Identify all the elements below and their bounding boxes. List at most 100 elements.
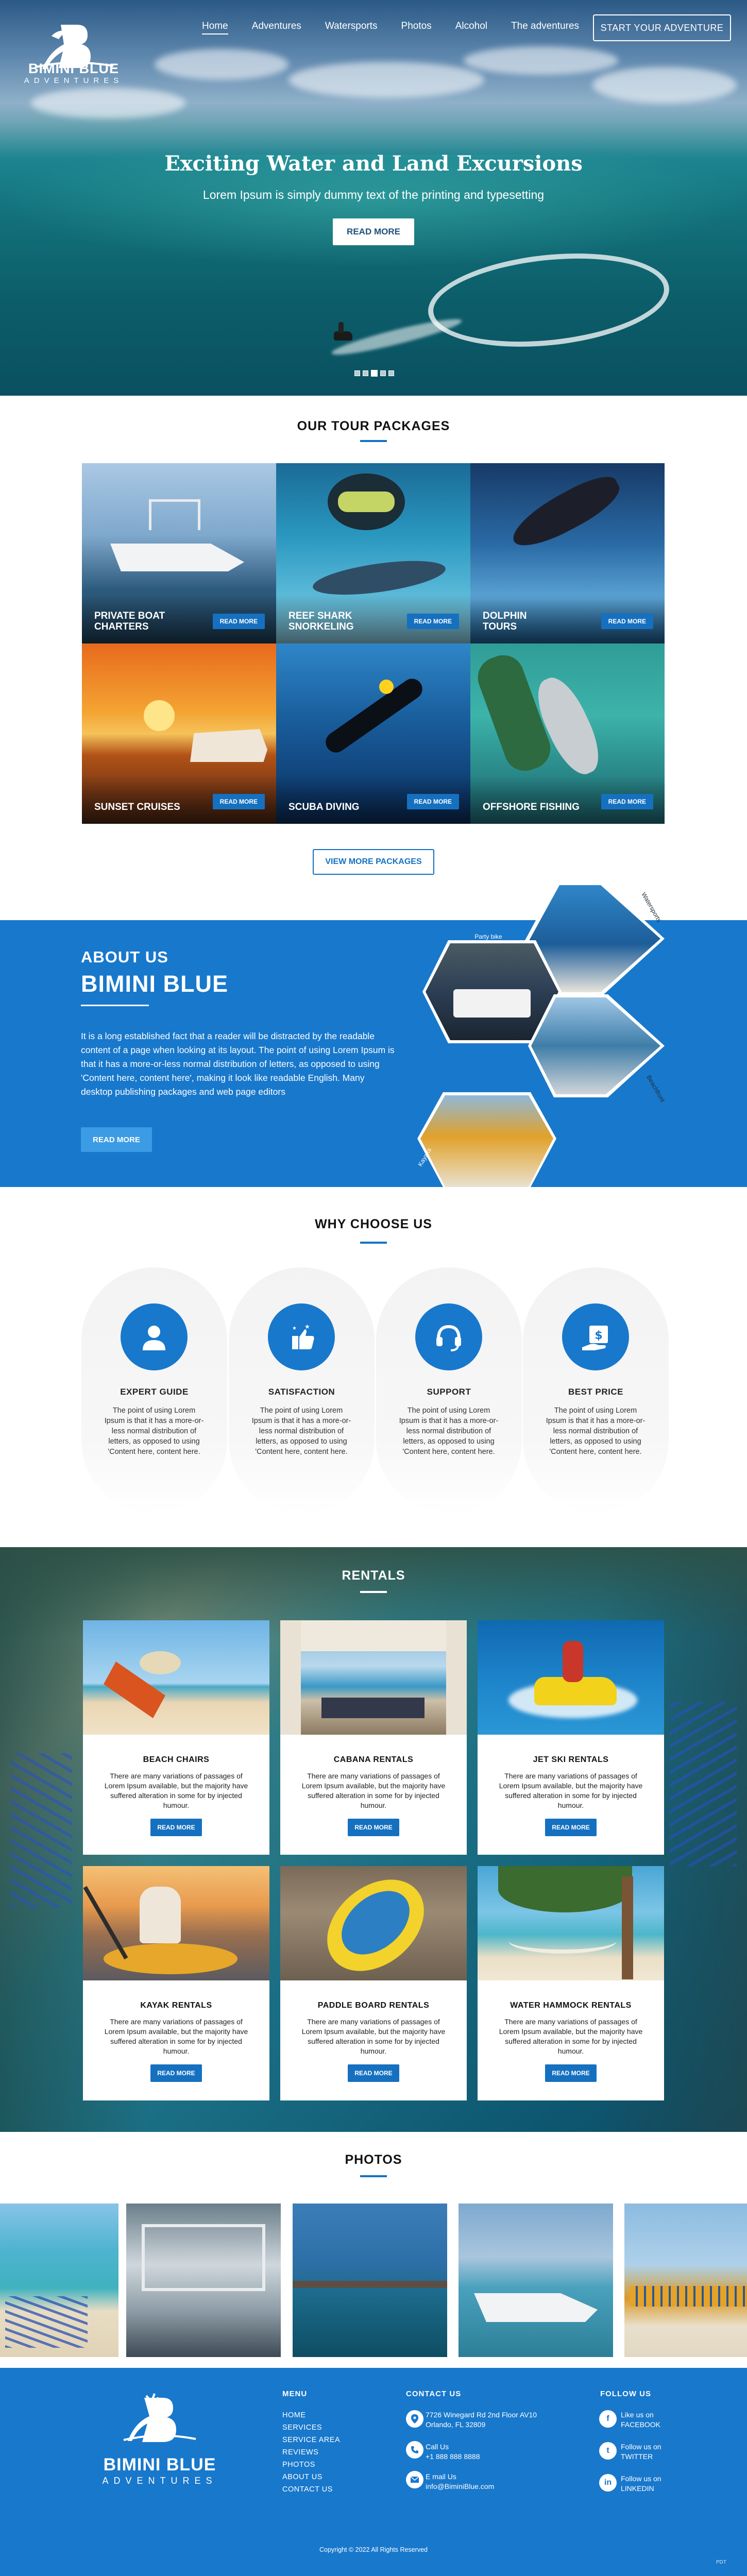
- why-card-title: EXPERT GUIDE: [120, 1387, 189, 1397]
- svg-text:★: ★: [304, 1323, 310, 1330]
- footer-link-contact-us[interactable]: CONTACT US: [282, 2485, 333, 2494]
- cloud: [592, 67, 737, 103]
- tour-label-line: SCUBA DIVING: [288, 802, 360, 812]
- tour-card-sunset-cruises[interactable]: SUNSET CRUISES READ MORE: [82, 643, 276, 824]
- footer-logo-icon[interactable]: [118, 2391, 201, 2452]
- gallery-photo-boat[interactable]: [459, 2204, 613, 2357]
- tour-read-more-button[interactable]: READ MORE: [212, 614, 265, 629]
- about-heading-big: BIMINI BLUE: [81, 971, 228, 997]
- email-address[interactable]: info@BiminiBlue.com: [426, 2482, 494, 2492]
- palm-leaves: [498, 1866, 632, 1912]
- nav-home[interactable]: Home: [202, 21, 228, 35]
- view-more-packages-button[interactable]: VIEW MORE PACKAGES: [313, 849, 434, 875]
- footer-link-service-area[interactable]: SERVICE AREA: [282, 2436, 340, 2444]
- start-adventure-button[interactable]: START YOUR ADVENTURE: [593, 14, 731, 41]
- why-title: WHY CHOOSE US: [315, 1217, 432, 1231]
- slider-dot[interactable]: [388, 370, 394, 376]
- slider-dots: [354, 370, 394, 377]
- nav-adventures[interactable]: Adventures: [252, 21, 301, 35]
- rider-icon: [338, 322, 344, 333]
- gallery-photo-kayaks[interactable]: [624, 2204, 747, 2357]
- tours-title-underline: [360, 440, 387, 442]
- footer-follow-title: FOLLOW US: [600, 2389, 651, 2398]
- sun-icon: [144, 700, 175, 731]
- footer-facebook[interactable]: Like us on FACEBOOK: [621, 2410, 660, 2430]
- why-card-text: The point of using Lorem Ipsum is that i…: [399, 1406, 499, 1456]
- rentals-title: RENTALS: [342, 1568, 405, 1583]
- tour-label: SCUBA DIVING: [288, 802, 392, 812]
- rental-title: CABANA RENTALS: [333, 1755, 414, 1764]
- tour-label-line: SNORKELING: [288, 621, 354, 632]
- rental-text: There are many variations of passages of…: [104, 1772, 248, 1809]
- tour-read-more-button[interactable]: READ MORE: [406, 614, 459, 629]
- about-read-more-button[interactable]: READ MORE: [81, 1127, 152, 1152]
- tours-title: OUR TOUR PACKAGES: [297, 419, 450, 433]
- tour-label-line: TOURS: [483, 621, 517, 632]
- tour-card-reef-shark[interactable]: REEF SHARK SNORKELING READ MORE: [276, 463, 470, 643]
- slider-dot[interactable]: [363, 370, 368, 376]
- hero-read-more-button[interactable]: READ MORE: [333, 218, 414, 245]
- beach-umbrellas-right: [670, 1702, 737, 1867]
- nav-alcohol[interactable]: Alcohol: [455, 21, 487, 35]
- footer-link-about-us[interactable]: ABOUT US: [282, 2473, 322, 2481]
- why-card-best-price: $ BEST PRICE The point of using Lorem Ip…: [523, 1267, 669, 1514]
- tour-label-line: CHARTERS: [94, 621, 149, 632]
- rental-text: There are many variations of passages of…: [301, 2018, 446, 2055]
- about-underline: [81, 1005, 149, 1006]
- social-name[interactable]: LINKEDIN: [621, 2484, 661, 2494]
- tour-read-more-button[interactable]: READ MORE: [601, 794, 653, 809]
- tour-label-line: SUNSET CRUISES: [94, 802, 180, 812]
- rental-read-more-button[interactable]: READ MORE: [348, 1819, 399, 1836]
- rental-title: KAYAK RENTALS: [140, 2001, 212, 2010]
- tour-label-line: DOLPHIN: [483, 611, 527, 621]
- tour-card-scuba-diving[interactable]: SCUBA DIVING READ MORE: [276, 643, 470, 824]
- rental-photo: [83, 1620, 269, 1735]
- footer-link-photos[interactable]: PHOTOS: [282, 2461, 315, 2469]
- nav-the-adventures[interactable]: The adventures: [511, 21, 579, 35]
- linkedin-icon[interactable]: in: [599, 2474, 617, 2492]
- tour-read-more-button[interactable]: READ MORE: [212, 794, 265, 809]
- footer-link-services[interactable]: SERVICES: [282, 2424, 322, 2432]
- gallery-photo-beach[interactable]: [0, 2204, 118, 2357]
- phone-number[interactable]: +1 888 888 8888: [426, 2452, 480, 2462]
- twitter-icon[interactable]: t: [599, 2442, 617, 2460]
- nav-photos[interactable]: Photos: [401, 21, 432, 35]
- footer-link-reviews[interactable]: REVIEWS: [282, 2448, 318, 2456]
- rental-read-more-button[interactable]: READ MORE: [545, 1819, 597, 1836]
- snorkel-mask: [338, 492, 395, 512]
- gallery-photo-dock[interactable]: [293, 2204, 447, 2357]
- tour-read-more-button[interactable]: READ MORE: [406, 794, 459, 809]
- footer-linkedin[interactable]: Follow us on LINKEDIN: [621, 2474, 661, 2494]
- dock: [293, 2281, 447, 2288]
- social-name[interactable]: FACEBOOK: [621, 2420, 660, 2430]
- slider-dot[interactable]: [380, 370, 386, 376]
- rental-read-more-button[interactable]: READ MORE: [150, 1819, 202, 1836]
- facebook-icon[interactable]: f: [599, 2410, 617, 2428]
- boat-icon: [474, 2293, 598, 2322]
- social-name[interactable]: TWITTER: [621, 2452, 661, 2462]
- rental-read-more-button[interactable]: READ MORE: [150, 2064, 202, 2082]
- slider-dot-active[interactable]: [371, 370, 378, 377]
- footer-phone[interactable]: Call Us +1 888 888 8888: [426, 2442, 480, 2462]
- rental-read-more-button[interactable]: READ MORE: [348, 2064, 399, 2082]
- rental-photo: [83, 1866, 269, 1980]
- tour-card-offshore-fishing[interactable]: OFFSHORE FISHING READ MORE: [470, 643, 665, 824]
- footer-link-home[interactable]: HOME: [282, 2411, 306, 2419]
- cruise-ship-icon: [190, 729, 267, 762]
- rental-photo: [478, 1866, 664, 1980]
- satisfaction-icon: ★ ★: [268, 1303, 335, 1370]
- sun-hat: [140, 1651, 181, 1674]
- main-nav: Home Adventures Watersports Photos Alcoh…: [202, 21, 603, 35]
- tour-card-dolphin[interactable]: DOLPHIN TOURS READ MORE: [470, 463, 665, 643]
- tour-read-more-button[interactable]: READ MORE: [601, 614, 653, 629]
- gallery-photo-boat-deck[interactable]: [126, 2204, 281, 2357]
- footer-email[interactable]: E mail Us info@BiminiBlue.com: [426, 2472, 494, 2492]
- rental-text: There are many variations of passages of…: [499, 1772, 643, 1809]
- footer-twitter[interactable]: Follow us on TWITTER: [621, 2442, 661, 2462]
- why-card-text: The point of using Lorem Ipsum is that i…: [546, 1406, 646, 1456]
- slider-dot[interactable]: [354, 370, 360, 376]
- tour-card-private-boat[interactable]: PRIVATE BOAT CHARTERS READ MORE: [82, 463, 276, 643]
- price-icon: $: [562, 1303, 629, 1370]
- nav-watersports[interactable]: Watersports: [325, 21, 378, 35]
- rental-read-more-button[interactable]: READ MORE: [545, 2064, 597, 2082]
